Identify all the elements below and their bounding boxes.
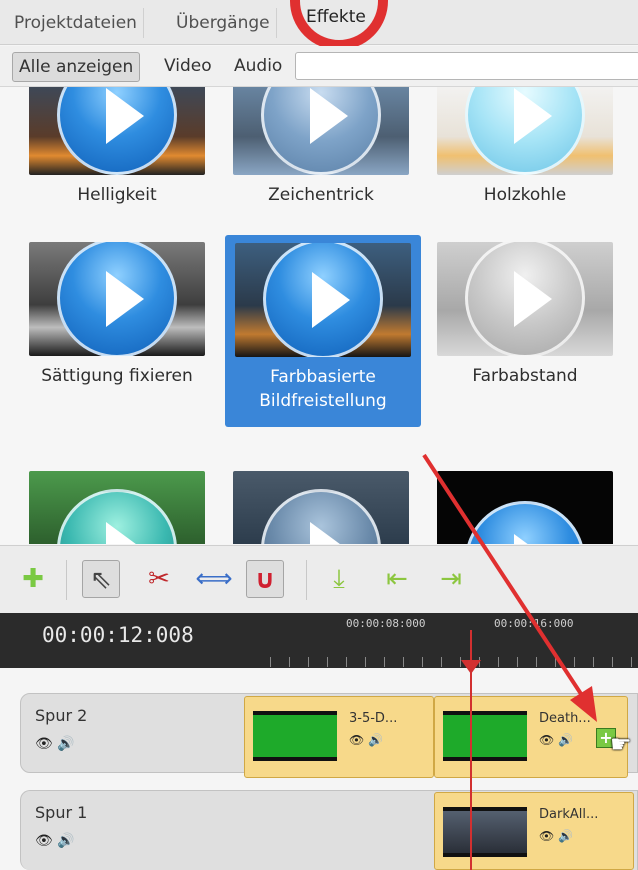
- add-marker-icon[interactable]: ⤓: [320, 560, 358, 598]
- play-icon: [261, 87, 381, 175]
- eye-icon[interactable]: 👁: [35, 736, 53, 752]
- play-icon: [261, 489, 381, 544]
- speaker-icon[interactable]: 🔊: [558, 733, 573, 747]
- timeline-toolbar: ✚ ⇖ ✂ ⟺ ∪ ⤓ ⇤ ⇥: [0, 545, 638, 614]
- effect-label: Farbabstand: [472, 366, 578, 386]
- add-track-icon[interactable]: ✚: [14, 560, 52, 598]
- effect-thumbnail: [29, 471, 205, 544]
- effect-label: Farbbasierte Bildfreistellung: [259, 367, 387, 411]
- current-time-display: 00:00:12:008: [42, 623, 194, 647]
- tab-project-files[interactable]: Projektdateien: [8, 8, 144, 38]
- effects-grid: Helligkeit Zeichentrick Holzkohle Sättig…: [0, 87, 638, 544]
- speaker-icon[interactable]: 🔊: [57, 736, 74, 752]
- clip-name: 3-5-D...: [349, 711, 398, 726]
- effect-item[interactable]: [428, 471, 622, 544]
- ruler-label: 00:00:16:000: [494, 617, 574, 630]
- clip-thumbnail: [443, 711, 527, 761]
- effect-thumbnail: [233, 471, 409, 544]
- eye-icon[interactable]: 👁: [349, 733, 364, 747]
- speaker-icon[interactable]: 🔊: [368, 733, 383, 747]
- speaker-icon[interactable]: 🔊: [558, 829, 573, 843]
- ruler-ticks: [270, 651, 638, 667]
- eye-icon[interactable]: 👁: [35, 833, 53, 849]
- effect-thumbnail: [437, 87, 613, 175]
- clip-name: Death...: [539, 711, 591, 726]
- effect-item-chroma-key[interactable]: Farbbasierte Bildfreistellung: [225, 235, 421, 427]
- playhead-marker[interactable]: [461, 660, 481, 674]
- stretch-icon[interactable]: ⟺: [195, 560, 233, 598]
- clip[interactable]: 3-5-D... 👁 🔊: [244, 696, 434, 778]
- track-controls: 👁 🔊: [35, 736, 75, 752]
- play-icon: [57, 87, 177, 175]
- clip-thumbnail: [443, 807, 527, 857]
- effect-thumbnail: [29, 242, 205, 356]
- track-name: Spur 1: [35, 803, 88, 822]
- effect-item[interactable]: [20, 471, 214, 544]
- track-controls: 👁 🔊: [35, 833, 75, 849]
- effect-thumbnail: [437, 471, 613, 544]
- eye-icon[interactable]: 👁: [539, 829, 554, 843]
- filter-show-all-button[interactable]: Alle anzeigen: [12, 52, 141, 82]
- clip-name: DarkAll...: [539, 807, 599, 822]
- effect-thumbnail: [233, 87, 409, 175]
- pointer-icon[interactable]: ⇖: [82, 560, 120, 598]
- effect-item-color-distance[interactable]: Farbabstand: [428, 242, 622, 388]
- play-icon: [263, 243, 383, 357]
- clip[interactable]: DarkAll... 👁 🔊: [434, 792, 634, 870]
- clip-thumbnail: [253, 711, 337, 761]
- effect-label: Helligkeit: [77, 185, 157, 205]
- effect-label: Sättigung fixieren: [41, 366, 193, 386]
- effect-label: Holzkohle: [483, 185, 567, 205]
- effect-thumbnail: [437, 242, 613, 356]
- ruler-label: 00:00:08:000: [346, 617, 426, 630]
- play-icon: [465, 87, 585, 175]
- toolbar-separator: [66, 560, 67, 600]
- razor-icon[interactable]: ✂: [140, 560, 178, 598]
- hand-cursor-icon: ☛: [610, 730, 632, 758]
- effect-label: Zeichentrick: [268, 185, 374, 205]
- effect-item[interactable]: [224, 471, 418, 544]
- speaker-icon[interactable]: 🔊: [57, 833, 74, 849]
- toolbar-separator: [306, 560, 307, 600]
- filter-bar: Alle anzeigen Video Audio: [0, 46, 638, 87]
- tab-bar: Projektdateien Übergänge Effekte: [0, 0, 638, 50]
- play-icon: [57, 242, 177, 356]
- filter-audio-button[interactable]: Audio: [230, 52, 286, 80]
- effects-search-input[interactable]: [295, 52, 638, 80]
- play-icon: [57, 489, 177, 544]
- effect-item-brightness[interactable]: Helligkeit: [20, 87, 214, 207]
- clip-controls: 👁 🔊: [539, 829, 573, 843]
- effect-item-cartoon[interactable]: Zeichentrick: [224, 87, 418, 207]
- play-icon: [465, 501, 585, 544]
- effect-thumbnail: [235, 243, 411, 357]
- effect-item-saturation[interactable]: Sättigung fixieren: [20, 242, 214, 388]
- track-name: Spur 2: [35, 706, 88, 725]
- clip-controls: 👁 🔊: [539, 733, 573, 747]
- annotation-circle: [290, 0, 388, 50]
- previous-marker-icon[interactable]: ⇤: [378, 560, 416, 598]
- play-icon: [465, 242, 585, 356]
- effect-item-charcoal[interactable]: Holzkohle: [428, 87, 622, 207]
- next-marker-icon[interactable]: ⇥: [432, 560, 470, 598]
- effect-thumbnail: [29, 87, 205, 175]
- timeline-ruler[interactable]: 00:00:12:008 00:00:08:000 00:00:16:000: [0, 613, 638, 668]
- snap-magnet-icon[interactable]: ∪: [246, 560, 284, 598]
- filter-video-button[interactable]: Video: [160, 52, 216, 80]
- tab-transitions[interactable]: Übergänge: [170, 8, 277, 38]
- eye-icon[interactable]: 👁: [539, 733, 554, 747]
- clip-controls: 👁 🔊: [349, 733, 383, 747]
